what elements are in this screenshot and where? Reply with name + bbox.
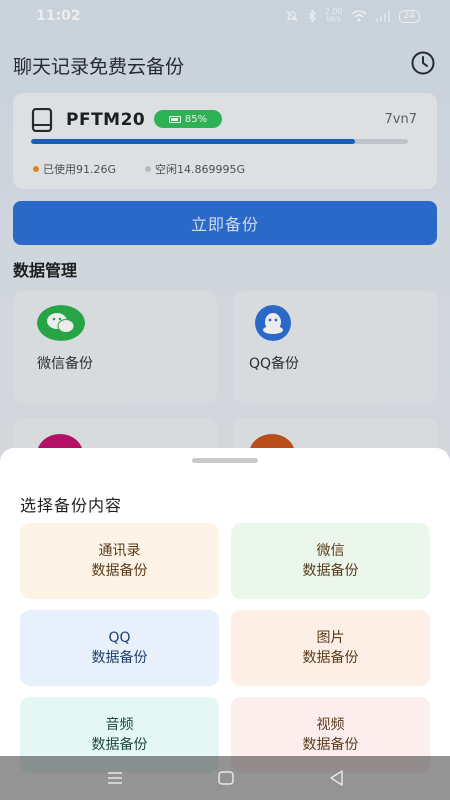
home-icon[interactable] (216, 768, 236, 788)
system-nav-bar (0, 756, 450, 800)
sheet-title: 选择备份内容 (20, 496, 123, 515)
qq-backup-option[interactable]: QQ 数据备份 (20, 610, 219, 686)
contacts-backup-option[interactable]: 通讯录 数据备份 (20, 523, 219, 599)
image-backup-option[interactable]: 图片 数据备份 (231, 610, 430, 686)
sheet-drag-handle[interactable] (192, 458, 258, 463)
backup-content-sheet: 选择备份内容 通讯录 数据备份 微信 数据备份 QQ 数据备份 图片 数据备份 … (0, 448, 450, 800)
wechat-backup-option[interactable]: 微信 数据备份 (231, 523, 430, 599)
menu-icon[interactable] (105, 768, 125, 788)
back-icon[interactable] (327, 768, 347, 788)
